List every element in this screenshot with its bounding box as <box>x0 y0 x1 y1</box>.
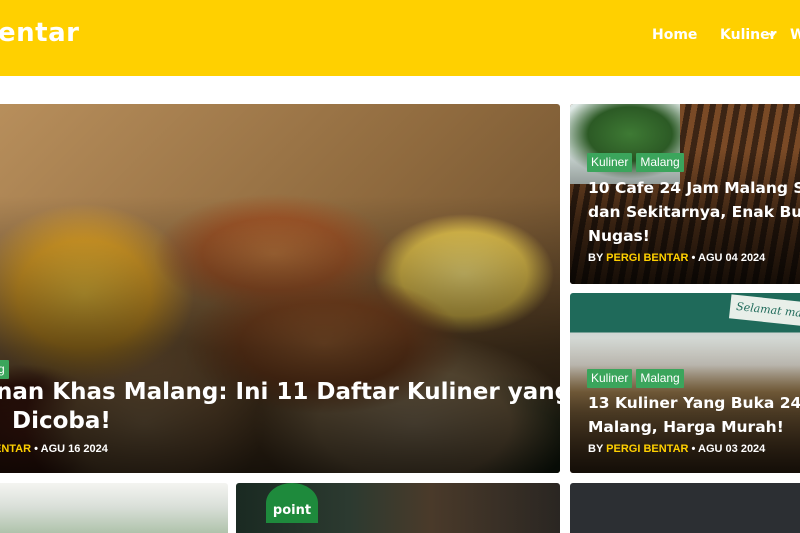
hero-post-date: • AGU 16 2024 <box>34 443 108 455</box>
chevron-down-icon[interactable] <box>767 30 777 40</box>
side-post-date: • AGU 04 2024 <box>691 252 766 264</box>
main-nav: Home Kuliner W <box>0 27 800 47</box>
side-post-author[interactable]: PERGI BENTAR <box>606 252 688 264</box>
hero-post-category[interactable]: g <box>0 360 9 379</box>
bottom-post-image <box>0 483 228 533</box>
side-post-meta: BY PERGI BENTAR • AGU 03 2024 <box>588 443 766 455</box>
nav-more[interactable]: W <box>790 27 800 43</box>
category-tag-malang[interactable]: Malang <box>636 153 684 172</box>
bottom-post-card[interactable]: point <box>236 483 560 533</box>
side-post-title[interactable]: 10 Cafe 24 Jam Malang S dan Sekitarnya, … <box>588 176 800 248</box>
hero-post-meta: ENTAR • AGU 16 2024 <box>0 443 108 455</box>
category-tag-malang[interactable]: Malang <box>636 369 684 388</box>
bottom-post-card[interactable] <box>570 483 800 533</box>
side-post-author[interactable]: PERGI BENTAR <box>606 443 688 455</box>
hero-post-card[interactable]: g nan Khas Malang: Ini 11 Daftar Kuliner… <box>0 104 560 473</box>
bottom-post-image <box>570 483 800 533</box>
point-coffee-logo: point <box>266 483 318 523</box>
side-post-card[interactable]: Selamat ma... Kuliner Malang 13 Kuliner … <box>570 293 800 473</box>
side-post-meta: BY PERGI BENTAR • AGU 04 2024 <box>588 252 766 264</box>
category-tag-kuliner[interactable]: Kuliner <box>587 153 633 172</box>
side-post-date: • AGU 03 2024 <box>691 443 766 455</box>
side-post-card[interactable]: Kuliner Malang 10 Cafe 24 Jam Malang S d… <box>570 104 800 284</box>
hero-post-author[interactable]: ENTAR <box>0 443 31 455</box>
nav-home[interactable]: Home <box>652 27 697 43</box>
hero-post-title[interactable]: nan Khas Malang: Ini 11 Daftar Kuliner y… <box>0 378 560 436</box>
category-tag-kuliner[interactable]: Kuliner <box>587 369 633 388</box>
site-header: entar Home Kuliner W <box>0 0 800 76</box>
bottom-post-card[interactable] <box>0 483 228 533</box>
side-post-title[interactable]: 13 Kuliner Yang Buka 24 Malang, Harga Mu… <box>588 391 800 439</box>
